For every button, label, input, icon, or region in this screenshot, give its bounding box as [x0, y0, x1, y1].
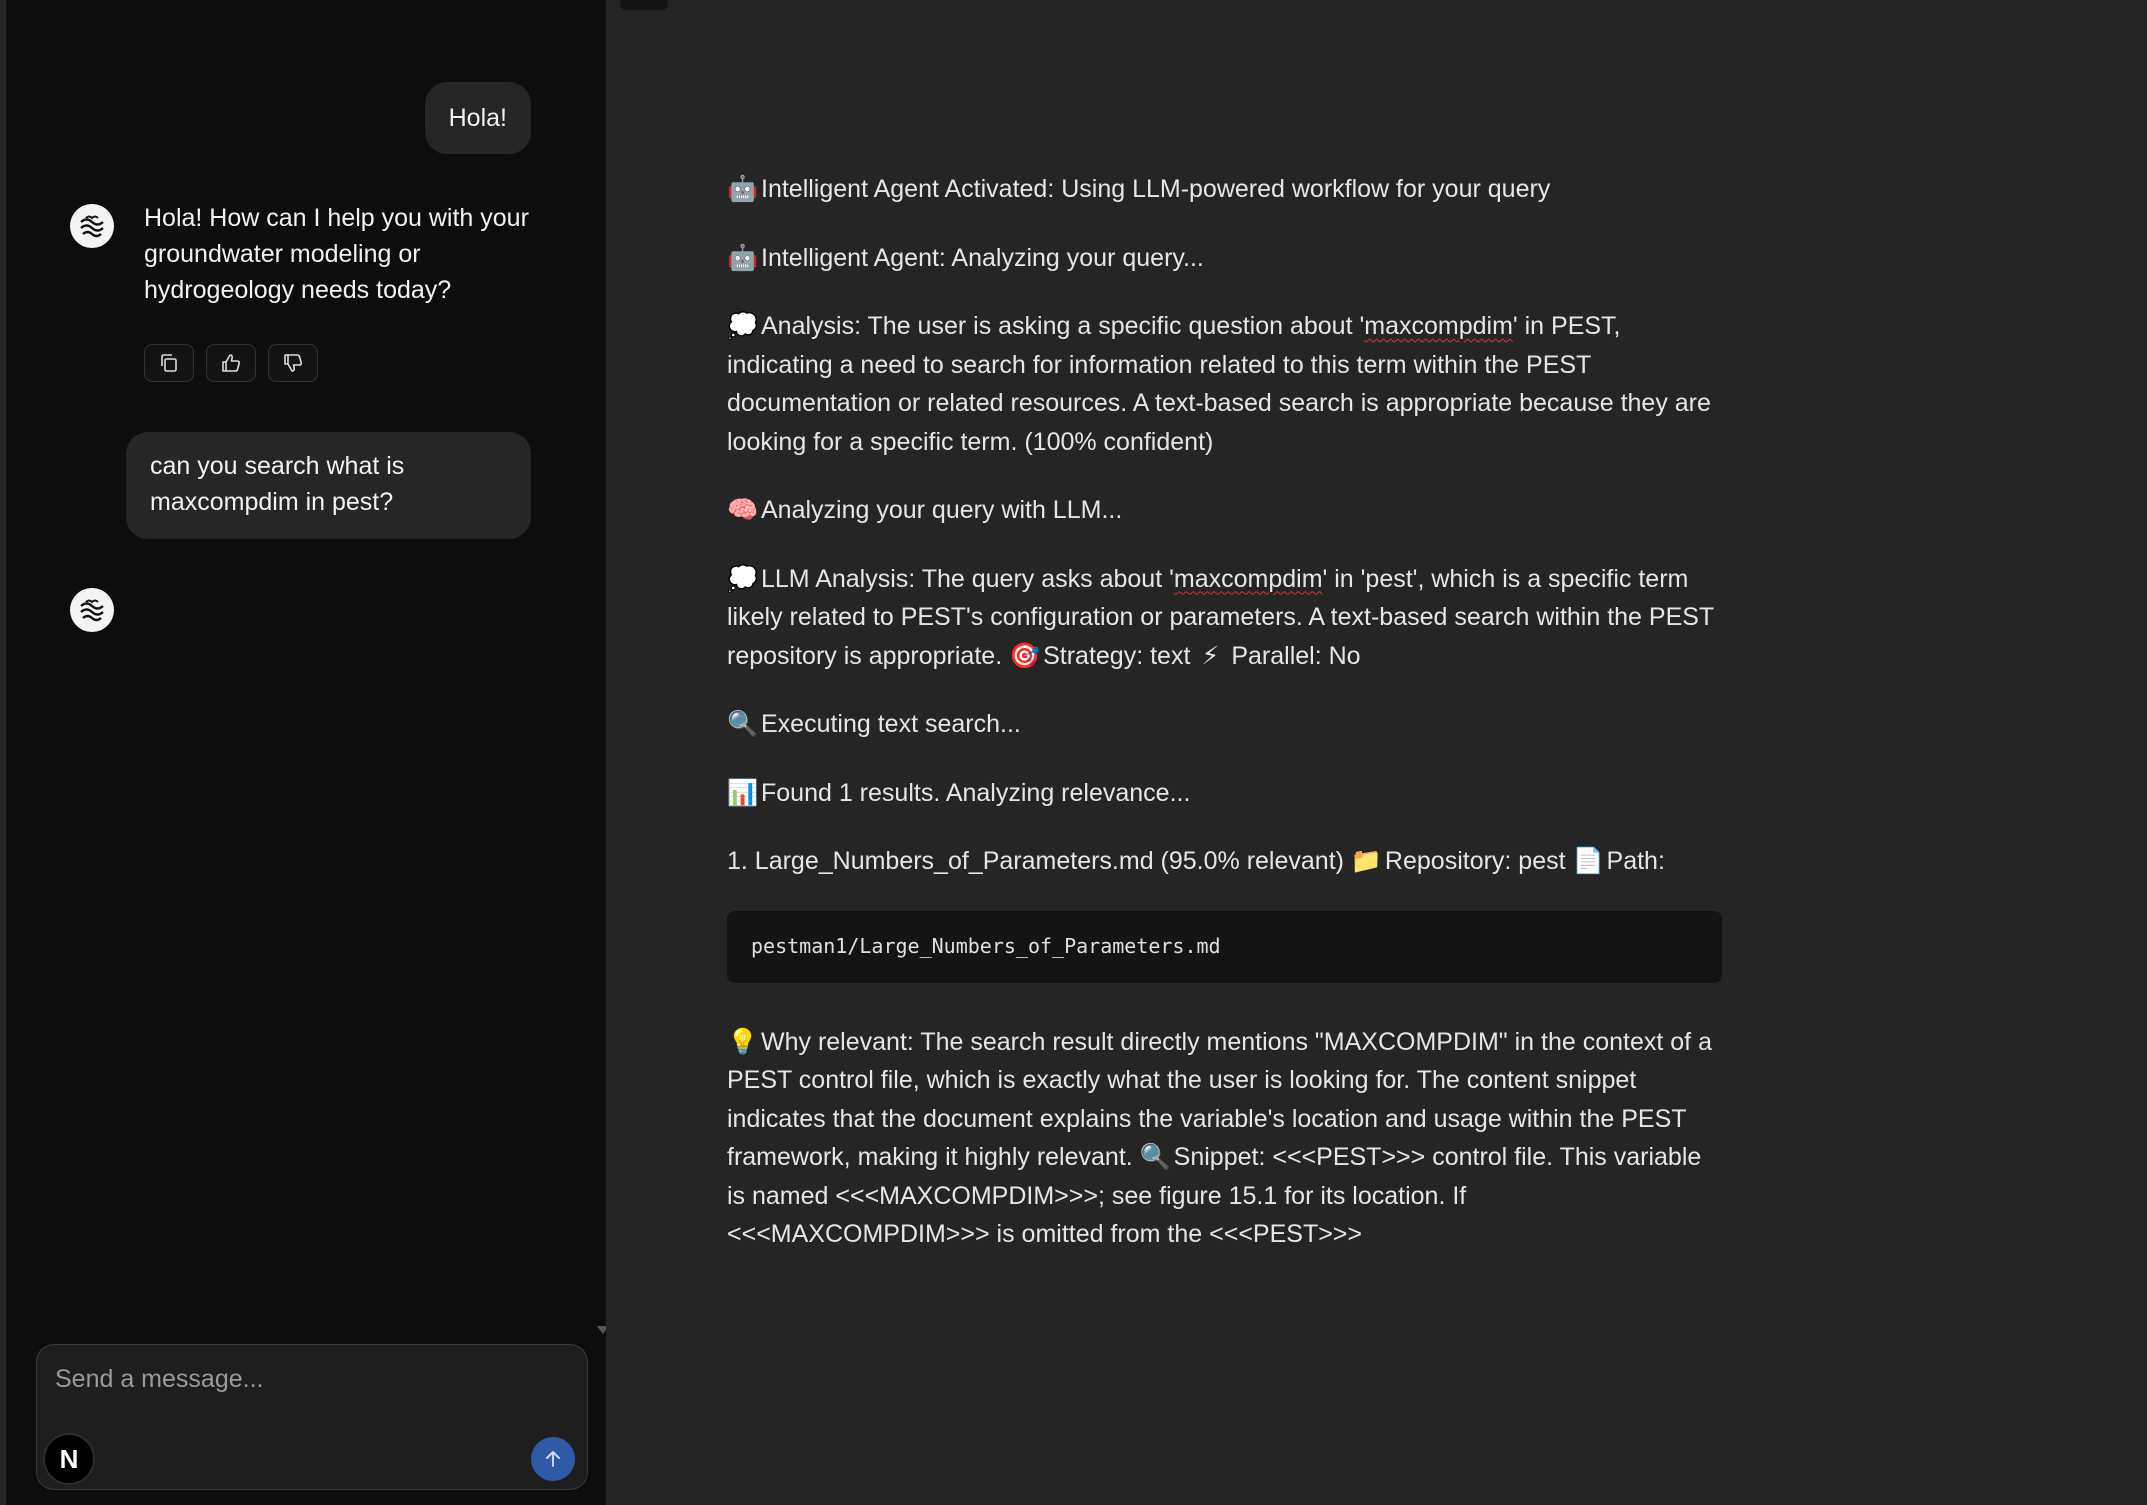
user-message: can you search what is maxcompdim in pes…	[126, 432, 531, 539]
arrow-up-icon	[546, 1451, 560, 1467]
result-line: 1. Large_Numbers_of_Parameters.md (95.0%…	[727, 842, 1722, 881]
target-icon: 🎯	[1009, 641, 1041, 670]
file-path: pestman1/Large_Numbers_of_Parameters.md	[751, 934, 1221, 959]
status-line: 🤖 Intelligent Agent Activated: Using LLM-…	[727, 170, 1722, 209]
assistant-message-text: Hola! How can I help you with your groun…	[144, 204, 529, 304]
lightbulb-icon: 💡	[727, 1027, 759, 1056]
pane-tab[interactable]	[620, 0, 668, 10]
bar-chart-icon: 📊	[727, 778, 759, 807]
waves-logo-icon	[76, 594, 108, 626]
assistant-avatar	[70, 588, 114, 632]
llm-analysis-paragraph: 💭 LLM Analysis: The query asks about 'max…	[727, 560, 1722, 676]
magnifier-icon: 🔍	[727, 710, 759, 738]
brain-icon: 🧠	[727, 496, 759, 524]
message-input[interactable]	[55, 1359, 555, 1399]
send-button[interactable]	[531, 1437, 575, 1481]
status-line: 📊 Found 1 results. Analyzing relevance...	[727, 774, 1722, 813]
relevance-paragraph: 💡 Why relevant: The search result directl…	[727, 1023, 1722, 1254]
copy-button[interactable]	[144, 344, 194, 382]
search-term: maxcompdim	[1364, 312, 1513, 340]
agent-output: 🤖 Intelligent Agent Activated: Using LLM-…	[727, 170, 1722, 1284]
document-pane: 🤖 Intelligent Agent Activated: Using LLM-…	[606, 0, 2147, 1505]
assistant-avatar	[70, 204, 114, 248]
strategy-label: Strategy: text	[1043, 641, 1191, 670]
thumbs-up-button[interactable]	[206, 344, 256, 382]
document-icon: 📄	[1572, 847, 1604, 875]
thought-bubble-icon: 💭	[727, 312, 759, 340]
waves-logo-icon	[76, 210, 108, 242]
repository-label: Repository: pest	[1384, 847, 1573, 875]
user-message-text: can you search what is maxcompdim in pes…	[150, 452, 405, 516]
thumbs-down-icon	[284, 354, 303, 372]
chat-pane: Hola! Hola! How can I help you with your…	[0, 0, 609, 1505]
result-title: 1. Large_Numbers_of_Parameters.md (95.0%…	[727, 847, 1351, 875]
magnifier-icon: 🔍	[1139, 1143, 1171, 1171]
status-line: 🤖 Intelligent Agent: Analyzing your query…	[727, 239, 1722, 278]
code-block[interactable]: pestman1/Large_Numbers_of_Parameters.md	[727, 910, 1722, 983]
folder-icon: 📁	[1350, 847, 1383, 875]
user-message-text: Hola!	[448, 104, 507, 132]
parallel-label: Parallel: No	[1231, 641, 1361, 670]
message-actions	[144, 344, 318, 382]
robot-icon: 🤖	[727, 243, 759, 272]
robot-icon: 🤖	[727, 175, 759, 203]
copy-icon	[161, 354, 177, 372]
thought-bubble-icon: 💭	[727, 564, 759, 593]
user-initial-badge[interactable]: N	[43, 1433, 95, 1485]
lightning-icon: ⚡	[1201, 641, 1220, 670]
analysis-paragraph: 💭 Analysis: The user is asking a specific…	[727, 307, 1722, 461]
thumbs-up-icon	[222, 354, 241, 372]
message-composer: N	[36, 1344, 588, 1490]
status-line: 🔍 Executing text search...	[727, 705, 1722, 744]
user-message: Hola!	[424, 82, 531, 154]
path-label: Path:	[1606, 847, 1665, 875]
thumbs-down-button[interactable]	[268, 344, 318, 382]
search-term: maxcompdim	[1173, 564, 1323, 593]
status-line: 🧠 Analyzing your query with LLM...	[727, 491, 1722, 530]
